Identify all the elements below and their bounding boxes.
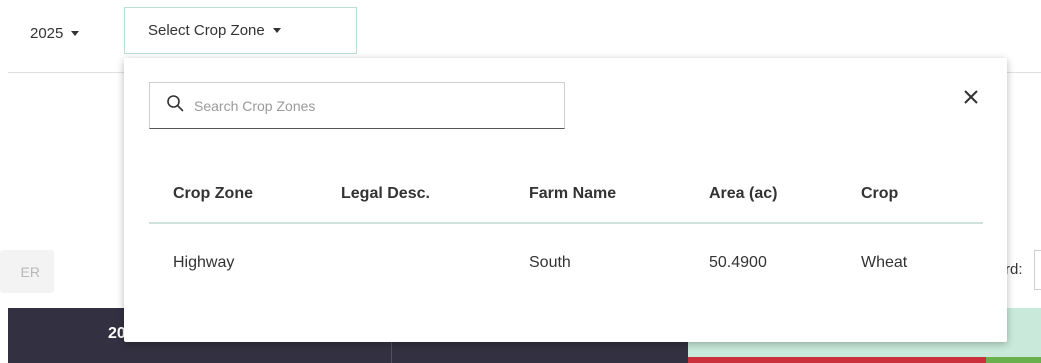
background-label: rd: [1005, 261, 1023, 278]
year-select[interactable]: 2025 [30, 20, 80, 46]
crop-zone-table: Crop Zone Legal Desc. Farm Name Area (ac… [149, 166, 983, 301]
background-input[interactable] [1034, 250, 1041, 290]
crop-zone-select-button[interactable]: Select Crop Zone [124, 7, 357, 54]
search-icon [166, 94, 184, 117]
crop-zone-dropdown: Crop Zone Legal Desc. Farm Name Area (ac… [124, 58, 1007, 342]
grid-status-bar-red [688, 357, 986, 363]
column-header-area[interactable]: Area (ac) [685, 185, 837, 203]
column-header-legal-desc[interactable]: Legal Desc. [317, 185, 505, 203]
column-header-farm-name[interactable]: Farm Name [505, 185, 685, 203]
cell-crop-zone: Highway [173, 253, 235, 271]
column-header-crop-zone[interactable]: Crop Zone [149, 185, 317, 203]
year-value: 2025 [30, 24, 64, 42]
table-row[interactable]: Highway South 50.4900 Wheat [149, 224, 983, 301]
page: 2025 Select Crop Zone ER rd: 20 Search C… [0, 0, 1041, 363]
cell-area: 50.4900 [709, 253, 767, 271]
crop-zone-select-label: Select Crop Zone [148, 22, 265, 39]
filter-button-label: ER [20, 263, 40, 280]
table-header: Crop Zone Legal Desc. Farm Name Area (ac… [149, 166, 983, 224]
cell-crop: Wheat [861, 253, 908, 271]
chevron-down-icon [71, 30, 80, 36]
grid-status-bar-green [986, 357, 1041, 363]
cell-farm-name: South [529, 253, 571, 271]
search-input[interactable] [194, 97, 554, 114]
filter-button[interactable]: ER [0, 250, 54, 293]
chevron-down-icon [272, 28, 281, 33]
close-icon[interactable] [959, 85, 983, 109]
column-header-crop[interactable]: Crop [837, 185, 983, 203]
search-box[interactable] [149, 82, 565, 129]
